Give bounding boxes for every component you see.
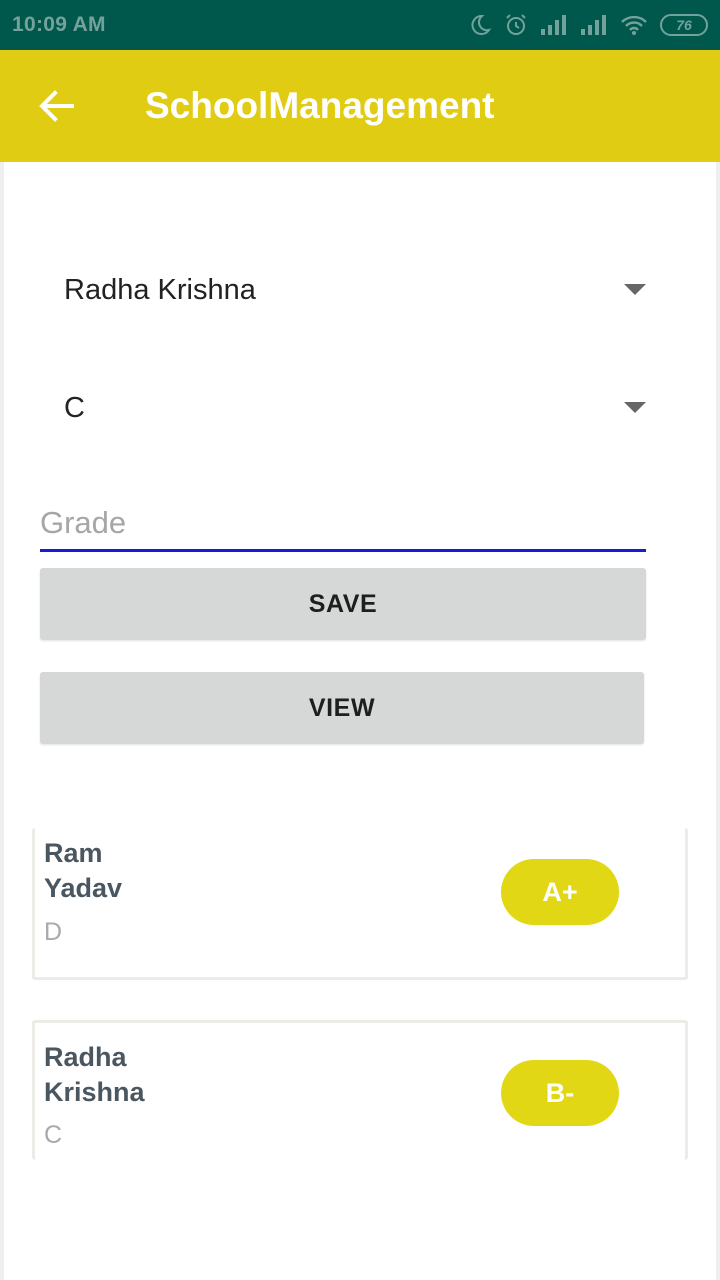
student-section: C [44, 1121, 63, 1149]
save-button[interactable]: SAVE [40, 568, 646, 640]
student-last-name: Krishna [44, 1077, 145, 1107]
content-right-edge [716, 162, 720, 1280]
battery-level: 76 [676, 17, 692, 33]
app-title: SchoolManagement [145, 85, 495, 126]
list-item[interactable]: Ram Yadav D A+ [32, 828, 688, 980]
signal-icon [541, 15, 566, 35]
dropdown-arrow-icon [624, 284, 646, 295]
list-item[interactable]: Radha Krishna C B- [32, 1020, 688, 1160]
student-spinner[interactable]: Radha Krishna [64, 260, 654, 320]
section-spinner-value: C [64, 391, 85, 424]
battery-icon: 76 [660, 14, 708, 36]
status-bar: 10:09 AM 76 [0, 0, 720, 50]
dropdown-arrow-icon [624, 402, 646, 413]
grade-badge-value: B- [545, 1077, 575, 1108]
section-spinner[interactable]: C [64, 378, 654, 438]
alarm-icon [506, 14, 526, 35]
status-icons: 76 [468, 13, 708, 37]
save-button-label: SAVE [308, 589, 378, 618]
student-first-name: Ram [44, 838, 103, 868]
content-left-edge [0, 162, 4, 1280]
moon-icon [471, 14, 492, 35]
arrow-left-icon [39, 90, 74, 122]
student-section: D [44, 918, 63, 946]
back-button[interactable] [30, 84, 82, 128]
student-last-name: Yadav [44, 873, 123, 903]
grade-badge-value: A+ [542, 876, 578, 907]
status-time: 10:09 AM [12, 13, 106, 36]
student-name: Radha Krishna [44, 1040, 145, 1110]
app-bar: SchoolManagement [0, 50, 720, 162]
signal-icon-2 [581, 15, 606, 35]
student-name: Ram Yadav [44, 836, 122, 906]
view-button[interactable]: VIEW [40, 672, 644, 744]
grade-badge: A+ [501, 859, 619, 925]
student-spinner-value: Radha Krishna [64, 273, 256, 306]
student-first-name: Radha [44, 1042, 127, 1072]
grade-badge: B- [501, 1060, 619, 1126]
grade-input[interactable] [40, 496, 646, 552]
view-button-label: VIEW [308, 693, 376, 722]
wifi-icon [621, 15, 647, 35]
